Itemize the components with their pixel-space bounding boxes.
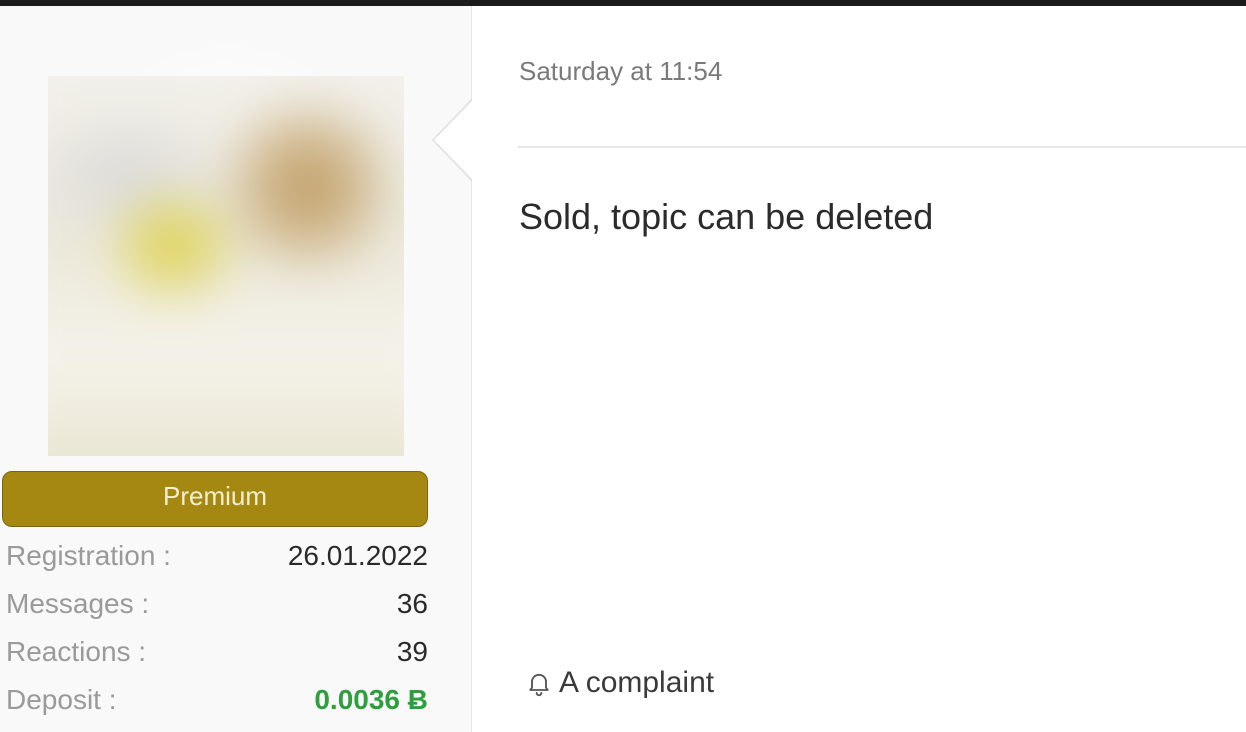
header-divider (518, 146, 1246, 148)
stat-reactions: Reactions : 39 (6, 628, 428, 676)
user-stats: Registration : 26.01.2022 Messages : 36 … (6, 532, 428, 724)
user-sidebar: Premium Registration : 26.01.2022 Messag… (0, 6, 472, 732)
stat-registration-label: Registration : (6, 540, 171, 571)
user-rank-badge: Premium (2, 471, 428, 527)
stat-registration: Registration : 26.01.2022 (6, 532, 428, 580)
stat-reactions-value: 39 (396, 636, 428, 667)
message-pointer (434, 100, 473, 180)
stat-messages-value: 36 (396, 588, 428, 619)
stat-deposit-label: Deposit : (6, 684, 117, 715)
complaint-link[interactable]: A complaint (525, 666, 714, 700)
avatar-image-blurred (48, 76, 404, 456)
stat-registration-value: 26.01.2022 (287, 540, 428, 571)
post-body: Sold, topic can be deleted (519, 196, 934, 237)
stat-messages-label: Messages : (6, 588, 150, 619)
stat-deposit: Deposit : 0.0036 Ƀ (6, 676, 428, 724)
post-date[interactable]: Saturday at 11:54 (519, 56, 722, 87)
post-container: Premium Registration : 26.01.2022 Messag… (0, 6, 1246, 732)
avatar[interactable] (48, 76, 404, 456)
stat-deposit-value: 0.0036 Ƀ (314, 684, 428, 715)
complaint-label: A complaint (559, 666, 715, 699)
stat-reactions-label: Reactions : (6, 636, 147, 667)
bell-icon (525, 669, 553, 697)
stat-messages: Messages : 36 (6, 580, 428, 628)
